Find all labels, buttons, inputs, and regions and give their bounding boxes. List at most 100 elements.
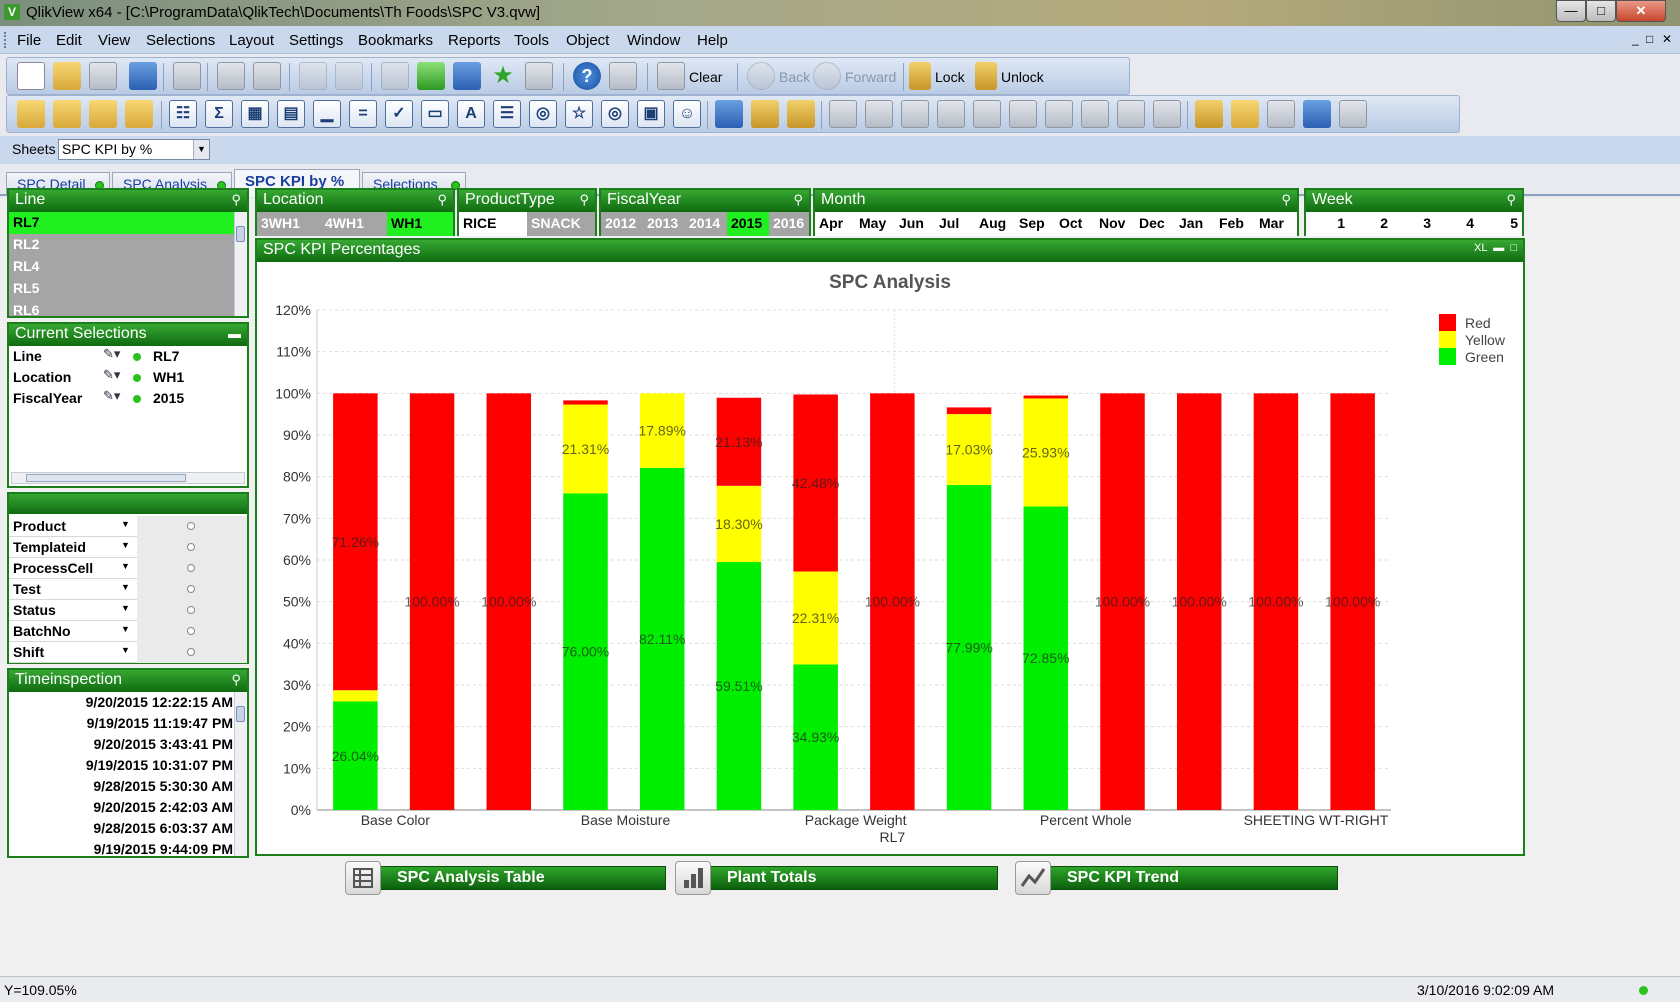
unlock-icon[interactable] — [975, 62, 997, 90]
menu-selections[interactable]: Selections — [146, 32, 215, 49]
listbox-item[interactable]: Nov — [1095, 212, 1135, 236]
spc-analysis-chart[interactable]: SPC Analysis 0% 10% 20% 30% 40% 50% 60% 70% 80% 90… — [257, 262, 1523, 854]
menu-tools[interactable]: Tools — [514, 32, 549, 49]
listbox-scrollbar[interactable] — [234, 692, 246, 856]
plant-totals-button[interactable]: Plant Totals — [675, 861, 998, 895]
search-icon[interactable] — [381, 62, 409, 90]
unlock-button-label[interactable]: Unlock — [1001, 69, 1044, 85]
listbox-item[interactable]: 2014 — [685, 212, 727, 236]
maximize-icon[interactable]: □ — [1510, 242, 1517, 254]
server-icon[interactable] — [1339, 100, 1367, 128]
minimize-icon[interactable]: ▬ — [228, 326, 241, 341]
close-button[interactable]: ✕ — [1616, 0, 1666, 22]
listbox-item[interactable]: Jul — [935, 212, 975, 236]
sheets-dropdown[interactable]: SPC KPI by % ▼ — [58, 139, 210, 160]
search-icon[interactable]: ⚲ — [1506, 192, 1516, 208]
listbox-item[interactable]: Apr — [815, 212, 855, 236]
back-button-label[interactable]: Back — [779, 69, 810, 85]
listbox-item[interactable]: 5 — [1478, 212, 1522, 236]
list-item[interactable]: 9/19/2015 10:31:07 PM — [86, 757, 233, 778]
menu-layout[interactable]: Layout — [229, 32, 274, 49]
space-vertical-icon[interactable] — [1081, 100, 1109, 128]
menu-help[interactable]: Help — [697, 32, 728, 49]
listbox-item[interactable]: Jan — [1175, 212, 1215, 236]
search-icon[interactable]: ⚲ — [231, 192, 241, 208]
new-sheet-icon[interactable] — [17, 100, 45, 128]
listbox-item[interactable]: RL6 — [9, 300, 235, 316]
horizontal-scrollbar[interactable] — [11, 472, 245, 484]
listbox-item[interactable]: 1 — [1306, 212, 1349, 236]
listbox-item[interactable]: 2013 — [643, 212, 685, 236]
multibox-row-status[interactable]: Status ▼ — [9, 600, 247, 621]
clear-field-eraser-icon[interactable]: ✎▾ — [103, 367, 120, 383]
listbox-item[interactable]: Feb — [1215, 212, 1255, 236]
demote-sheet-icon[interactable] — [89, 100, 117, 128]
chart-icon[interactable]: ▁ — [313, 100, 341, 128]
edit-module-icon[interactable] — [1267, 100, 1295, 128]
format-painter-icon[interactable] — [751, 100, 779, 128]
listbox-item[interactable]: 2012 — [601, 212, 643, 236]
promote-sheet-icon[interactable] — [53, 100, 81, 128]
list-item[interactable]: 9/20/2015 2:42:03 AM — [93, 799, 233, 820]
multibox-row-product[interactable]: Product ▼ — [9, 516, 247, 537]
multibox-row-templateid[interactable]: Templateid ▼ — [9, 537, 247, 558]
menu-settings[interactable]: Settings — [289, 32, 343, 49]
scrollbar-thumb[interactable] — [236, 706, 245, 722]
custom-object-icon[interactable]: ☺ — [673, 100, 701, 128]
align-top-icon[interactable] — [1009, 100, 1037, 128]
clear-field-eraser-icon[interactable]: ✎▾ — [103, 388, 120, 404]
listbox-item[interactable]: May — [855, 212, 895, 236]
chevron-down-icon[interactable]: ▼ — [121, 561, 130, 571]
multibox-icon[interactable]: ▤ — [277, 100, 305, 128]
share-folder-icon[interactable] — [1231, 100, 1259, 128]
forward-button-label[interactable]: Forward — [845, 69, 896, 85]
listbox-item[interactable]: RL5 — [9, 278, 235, 300]
listbox-item[interactable]: RL4 — [9, 256, 235, 278]
align-center-icon[interactable] — [865, 100, 893, 128]
help-icon[interactable]: ? — [573, 62, 601, 90]
menu-file[interactable]: File — [17, 32, 41, 49]
menu-view[interactable]: View — [98, 32, 130, 49]
listbox-item[interactable]: 4WH1 — [321, 212, 387, 236]
redo-icon[interactable] — [335, 62, 363, 90]
button-object-icon[interactable]: ▭ — [421, 100, 449, 128]
new-document-icon[interactable] — [17, 62, 45, 90]
sheet-properties-icon[interactable] — [125, 100, 153, 128]
listbox-item[interactable]: RICE — [459, 212, 527, 236]
listbox-item[interactable]: Dec — [1135, 212, 1175, 236]
chevron-down-icon[interactable]: ▼ — [193, 140, 209, 159]
bookmark-star-icon[interactable]: ★ — [489, 62, 517, 90]
context-help-icon[interactable] — [609, 62, 637, 90]
listbox-scrollbar[interactable] — [234, 212, 246, 316]
scrollbar-thumb[interactable] — [26, 474, 186, 482]
clear-button-label[interactable]: Clear — [689, 69, 722, 85]
current-selections-icon[interactable]: ✓ — [385, 100, 413, 128]
search-icon[interactable]: ⚲ — [1281, 192, 1291, 208]
input-box-icon[interactable]: = — [349, 100, 377, 128]
edit-properties-icon[interactable] — [525, 62, 553, 90]
align-bottom-icon[interactable] — [937, 100, 965, 128]
clear-icon[interactable] — [657, 62, 685, 90]
search-icon[interactable]: ⚲ — [231, 672, 241, 688]
align-left-icon[interactable] — [829, 100, 857, 128]
lock-button-label[interactable]: Lock — [935, 69, 965, 85]
align-right-icon[interactable] — [901, 100, 929, 128]
list-item[interactable]: 9/28/2015 6:03:37 AM — [93, 820, 233, 841]
list-item[interactable]: 9/19/2015 9:44:09 PM — [94, 841, 233, 856]
spc-analysis-table-button[interactable]: SPC Analysis Table — [345, 861, 666, 895]
adjust-left-icon[interactable] — [1117, 100, 1145, 128]
listbox-item[interactable]: RL7 — [9, 212, 235, 234]
edit-script-icon[interactable] — [217, 62, 245, 90]
multibox-row-processcell[interactable]: ProcessCell ▼ — [9, 558, 247, 579]
multibox-row-shift[interactable]: Shift ▼ — [9, 642, 247, 663]
listbox-item[interactable]: Mar — [1255, 212, 1297, 236]
listbox-item[interactable]: Jun — [895, 212, 935, 236]
table-box-icon[interactable]: ▦ — [241, 100, 269, 128]
list-item[interactable]: 9/19/2015 11:19:47 PM — [87, 715, 233, 736]
mdi-minimize-button[interactable]: _ — [1632, 32, 1639, 46]
excel-export-icon[interactable]: XL — [1474, 242, 1487, 254]
adjust-top-icon[interactable] — [1153, 100, 1181, 128]
list-item[interactable]: 9/20/2015 12:22:15 AM — [86, 694, 233, 715]
listbox-item[interactable]: 4 — [1435, 212, 1478, 236]
reload-icon[interactable] — [89, 62, 117, 90]
